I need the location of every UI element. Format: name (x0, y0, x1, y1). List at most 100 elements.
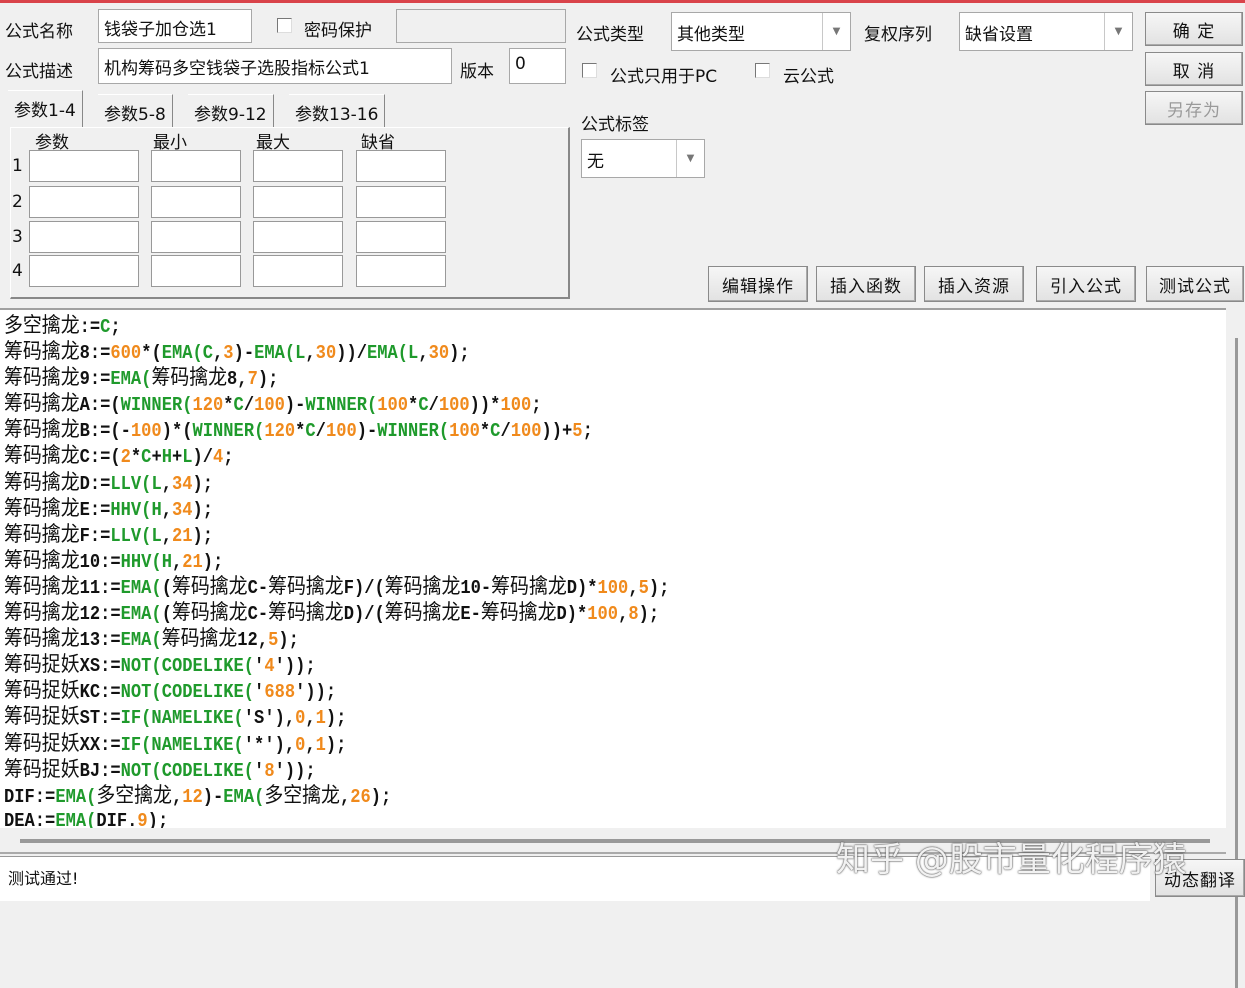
param-input-min[interactable] (151, 255, 241, 287)
chevron-down-icon[interactable]: ▼ (1104, 13, 1132, 50)
code-operator: )- (284, 394, 306, 417)
code-identifier: 筹码擒龙 (4, 521, 80, 546)
formula-name-label: 公式名称 (5, 22, 73, 42)
edit-ops-button[interactable]: 编辑操作 (708, 266, 808, 302)
code-number: 5 (638, 576, 649, 599)
watermark: 知乎 @股市量化程序猿 (836, 840, 1187, 880)
code-operator: B:=(- (79, 420, 131, 443)
ok-button[interactable]: 确 定 (1145, 12, 1243, 46)
code-line: 筹码擒龙B:=(-100)*(WINNER(120*C/100)-WINNER(… (4, 416, 1104, 442)
param-input-default[interactable] (356, 186, 446, 218)
code-identifier: 筹码捉妖 (4, 730, 80, 755)
cancel-button[interactable]: 取 消 (1145, 52, 1243, 86)
formula-type-select[interactable]: 其他类型 ▼ (671, 12, 851, 51)
tab-params-5-8[interactable]: 参数5-8 (98, 94, 173, 128)
code-operator: ' (254, 655, 265, 678)
code-function: LLV(L (110, 472, 162, 495)
code-identifier: 筹码捉妖 (4, 756, 80, 781)
insert-resource-button[interactable]: 插入资源 (924, 266, 1024, 302)
password-checkbox[interactable] (277, 18, 292, 33)
code-operator: D)* (556, 603, 588, 626)
code-identifier: 筹码擒龙 (480, 600, 557, 625)
code-line: 筹码擒龙13:=EMA(筹码擒龙12,5); (4, 625, 1104, 651)
code-function: EMA(C (161, 342, 214, 365)
formula-name-input[interactable]: 钱袋子加仓选1 (98, 9, 252, 43)
code-number: 100 (587, 603, 619, 626)
code-operator: * (130, 446, 142, 469)
code-number: 8 (628, 603, 639, 626)
cloud-checkbox[interactable] (755, 63, 770, 78)
code-operator: := (79, 316, 101, 338)
param-input-default[interactable] (356, 255, 446, 287)
code-identifier: 筹码擒龙 (161, 626, 238, 651)
code-function: EMA( (120, 603, 162, 626)
param-input-min[interactable] (151, 221, 241, 253)
formula-editor[interactable]: 多空擒龙:=C; 筹码擒龙8:=600*(EMA(C,3)-EMA(L,30))/… (0, 308, 1226, 828)
code-operator: / (500, 420, 511, 443)
window-top-border (0, 0, 1245, 3)
param-input-name[interactable] (29, 221, 139, 253)
code-operator: ' (254, 681, 265, 704)
code-identifier: 筹码擒龙 (268, 573, 344, 598)
code-operator: , (418, 342, 429, 365)
code-number: 600 (110, 342, 142, 365)
version-input[interactable]: 0 (509, 48, 566, 84)
chevron-down-icon[interactable]: ▼ (822, 13, 850, 50)
tab-params-13-16[interactable]: 参数13-16 (289, 94, 386, 128)
code-operator: )- (233, 342, 255, 365)
param-input-name[interactable] (29, 150, 139, 182)
code-number: 100 (325, 420, 357, 443)
param-input-max[interactable] (253, 150, 343, 182)
code-number: 1 (315, 733, 326, 756)
code-operator: ; (110, 316, 121, 338)
import-formula-button[interactable]: 引入公式 (1036, 266, 1136, 302)
code-identifier: 筹码擒龙 (4, 600, 80, 625)
chevron-down-icon[interactable]: ▼ (676, 140, 704, 177)
code-operator: * (408, 394, 419, 417)
code-identifier: 筹码捉妖 (4, 678, 80, 703)
param-input-min[interactable] (151, 186, 241, 218)
vertical-scrollbar[interactable] (1226, 308, 1245, 988)
pc-only-checkbox[interactable] (582, 63, 597, 78)
code-operator: * (479, 420, 491, 443)
code-operator: 'S'), (243, 707, 296, 730)
code-operator: , (618, 603, 629, 626)
version-label: 版本 (460, 62, 494, 82)
code-function: NOT(CODELIKE( (120, 681, 255, 704)
code-function: HHV(H (120, 550, 172, 573)
code-identifier: 筹码捉妖 (4, 704, 80, 729)
formula-desc-input[interactable]: 机构筹码多空钱袋子选股指标公式1 (98, 48, 452, 84)
code-function: C (305, 420, 316, 443)
tab-params-9-12[interactable]: 参数9-12 (188, 94, 274, 128)
password-label: 密码保护 (304, 21, 372, 41)
tab-params-1-4[interactable]: 参数1-4 (8, 90, 83, 128)
param-input-name[interactable] (29, 186, 139, 218)
param-input-name[interactable] (29, 255, 139, 287)
code-operator: , (171, 550, 183, 573)
insert-function-button[interactable]: 插入函数 (816, 266, 916, 302)
param-input-max[interactable] (253, 186, 343, 218)
code-line: DEA:=EMA(DIF.9); (4, 808, 1104, 828)
test-formula-button[interactable]: 测试公式 (1146, 266, 1244, 302)
code-operator: ); (648, 576, 670, 599)
code-operator: )- (202, 785, 224, 808)
password-input[interactable] (396, 9, 566, 43)
code-identifier: 筹码擒龙 (4, 495, 80, 520)
code-line: 筹码擒龙9:=EMA(筹码擒龙8,7); (4, 364, 1104, 390)
param-input-default[interactable] (356, 150, 446, 182)
param-input-min[interactable] (151, 150, 241, 182)
param-input-default[interactable] (356, 221, 446, 253)
code-line: 筹码擒龙10:=HHV(H,21); (4, 547, 1104, 573)
code-number: 4 (213, 446, 224, 469)
param-input-max[interactable] (253, 255, 343, 287)
code-operator: ; (531, 394, 542, 417)
param-input-max[interactable] (253, 221, 343, 253)
rights-select[interactable]: 缺省设置 ▼ (959, 12, 1133, 51)
code-operator: ); (257, 368, 279, 391)
code-operator: DIF. (96, 809, 138, 828)
save-as-button[interactable]: 另存为 (1145, 91, 1243, 125)
code-operator: C:=( (79, 446, 121, 469)
code-operator: XS:= (79, 655, 121, 678)
formula-tag-select[interactable]: 无 ▼ (581, 139, 705, 178)
code-number: 688 (264, 681, 296, 704)
